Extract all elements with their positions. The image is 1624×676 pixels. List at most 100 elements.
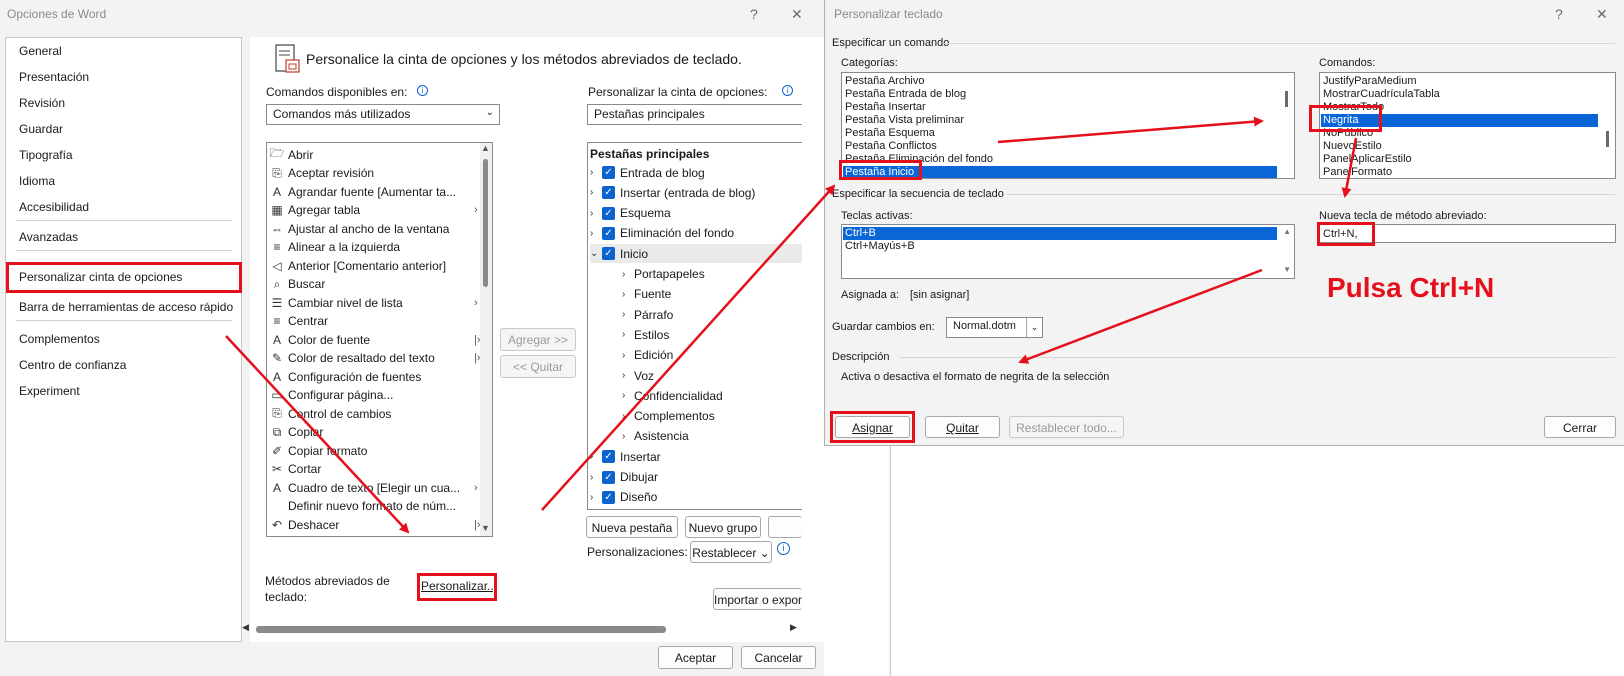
chevron-right-icon[interactable]: › bbox=[622, 370, 634, 381]
list-item[interactable]: MostrarCuadrículaTabla bbox=[1323, 88, 1440, 101]
add-button[interactable]: Agregar >> bbox=[500, 328, 576, 351]
command-list-item[interactable]: Dibujar cuadro de texto vertical bbox=[269, 534, 453, 537]
save-changes-dropdown[interactable]: Normal.dotm ⌄ bbox=[946, 317, 1043, 338]
ribbon-group-item[interactable]: › Párrafo bbox=[622, 305, 673, 324]
scroll-down-icon[interactable]: ▼ bbox=[481, 523, 490, 533]
nav-item-advanced[interactable]: Avanzadas bbox=[19, 230, 78, 244]
chevron-right-icon[interactable]: › bbox=[590, 187, 602, 198]
ok-button[interactable]: Aceptar bbox=[658, 646, 733, 669]
command-list-item[interactable]: A Configuración de fuentes bbox=[269, 367, 421, 386]
checkbox[interactable]: ✓ bbox=[602, 166, 615, 179]
scroll-up-icon[interactable]: ▲ bbox=[1283, 227, 1291, 236]
close-icon[interactable]: ✕ bbox=[1596, 6, 1608, 23]
reset-dropdown-button[interactable]: Restablecer ⌄ bbox=[690, 541, 772, 563]
ribbon-tabs-tree[interactable]: Pestañas principales › ✓ Entrada de blog › ✓… bbox=[587, 142, 802, 510]
scrollbar[interactable]: ▲ ▼ bbox=[480, 143, 492, 536]
ribbon-tab-item[interactable]: › ✓ Entrada de blog bbox=[590, 163, 705, 182]
nav-item-trust-center[interactable]: Centro de confianza bbox=[19, 358, 126, 372]
ribbon-tab-item[interactable]: › ✓ Insertar (entrada de blog) bbox=[590, 183, 755, 202]
command-list-item[interactable]: ⇔ Ajustar al ancho de la ventana bbox=[269, 219, 449, 238]
command-list-item[interactable]: ▦ Agregar tabla › bbox=[269, 201, 477, 220]
checkbox[interactable]: ✓ bbox=[602, 490, 615, 504]
list-item[interactable]: Pestaña Entrada de blog bbox=[845, 88, 966, 101]
nav-item-accessibility[interactable]: Accesibilidad bbox=[19, 200, 89, 214]
command-list-item[interactable]: ▭ Configurar página... bbox=[269, 386, 393, 405]
list-item[interactable]: PanelAplicarEstilo bbox=[1323, 153, 1412, 166]
new-tab-button[interactable]: Nueva pestaña bbox=[586, 516, 678, 538]
list-item[interactable]: JustifyParaMedium bbox=[1323, 75, 1417, 88]
chevron-right-icon[interactable]: › bbox=[590, 228, 602, 239]
chevron-right-icon[interactable]: › bbox=[622, 309, 634, 320]
info-icon[interactable]: i bbox=[417, 85, 428, 96]
command-list-item[interactable]: A Color de fuente |› bbox=[269, 330, 481, 349]
new-group-button[interactable]: Nuevo grupo bbox=[685, 516, 761, 538]
nav-item-experiment[interactable]: Experiment bbox=[19, 384, 80, 398]
ribbon-group-item[interactable]: › Portapapeles bbox=[622, 265, 705, 284]
import-export-button[interactable]: Importar o export bbox=[713, 588, 802, 610]
ribbon-group-item[interactable]: › Edición bbox=[622, 346, 673, 365]
nav-item-customize-ribbon[interactable]: Personalizar cinta de opciones bbox=[19, 270, 182, 284]
list-item[interactable]: Pestaña Archivo bbox=[845, 75, 925, 88]
rename-button[interactable] bbox=[768, 516, 802, 538]
command-list-item[interactable]: ◁ Anterior [Comentario anterior] bbox=[269, 256, 446, 275]
chevron-right-icon[interactable]: › bbox=[590, 492, 602, 503]
nav-item-general[interactable]: General bbox=[19, 44, 62, 58]
nav-item-typography[interactable]: Tipografía bbox=[19, 148, 73, 162]
remove-button[interactable]: << Quitar bbox=[500, 355, 576, 378]
scroll-down-icon[interactable]: ▼ bbox=[1283, 265, 1291, 274]
customize-ribbon-dropdown[interactable]: Pestañas principales bbox=[587, 104, 802, 125]
ribbon-group-item[interactable]: › Complementos bbox=[622, 407, 715, 426]
scrollbar-thumb[interactable] bbox=[1606, 131, 1609, 147]
checkbox[interactable]: ✓ bbox=[602, 450, 615, 464]
scroll-left-icon[interactable]: ◀ bbox=[242, 622, 249, 633]
command-list-item[interactable]: ✎ Color de resaltado del texto |› bbox=[269, 349, 481, 368]
checkbox[interactable]: ✓ bbox=[602, 186, 615, 200]
command-list-item[interactable]: ✂ Cortar bbox=[269, 460, 321, 479]
ribbon-tab-item[interactable]: › ✓ Esquema bbox=[590, 204, 671, 223]
ribbon-tab-item[interactable]: › ✓ Eliminación del fondo bbox=[590, 224, 734, 243]
list-item[interactable]: Ctrl+Mayús+B bbox=[845, 240, 915, 253]
chevron-right-icon[interactable]: › bbox=[590, 167, 602, 178]
nav-item-save[interactable]: Guardar bbox=[19, 122, 63, 136]
current-keys-list[interactable]: Ctrl+B Ctrl+Mayús+B ▲ ▼ bbox=[841, 224, 1295, 279]
checkbox[interactable]: ✓ bbox=[602, 247, 615, 261]
list-item[interactable]: PanelFormato bbox=[1323, 166, 1392, 178]
list-item[interactable]: Pestaña Conflictos bbox=[845, 140, 937, 153]
nav-item-review[interactable]: Revisión bbox=[19, 96, 65, 110]
scrollbar-thumb[interactable] bbox=[483, 159, 488, 287]
chevron-right-icon[interactable]: › bbox=[622, 431, 634, 442]
nav-item-presentation[interactable]: Presentación bbox=[19, 70, 89, 84]
ribbon-group-item[interactable]: › Asistencia bbox=[622, 427, 689, 446]
chevron-right-icon[interactable]: › bbox=[622, 390, 634, 401]
command-list-item[interactable]: A Agrandar fuente [Aumentar ta... bbox=[269, 182, 456, 201]
chevron-right-icon[interactable]: › bbox=[590, 472, 602, 483]
checkbox[interactable]: ✓ bbox=[602, 470, 615, 484]
help-icon[interactable]: ? bbox=[1555, 6, 1563, 22]
close-icon[interactable]: ✕ bbox=[791, 6, 803, 23]
ribbon-tab-item[interactable]: › ✓ Diseño bbox=[590, 488, 657, 507]
ribbon-tab-item[interactable]: › ✓ Dibujar bbox=[590, 468, 658, 487]
scrollbar-thumb[interactable] bbox=[256, 626, 666, 633]
command-list-item[interactable]: ✐ Copiar formato bbox=[269, 441, 367, 460]
list-item[interactable]: NuevoEstilo bbox=[1323, 140, 1382, 153]
chevron-right-icon[interactable]: › bbox=[622, 350, 634, 361]
command-list-item[interactable]: ≡ Centrar bbox=[269, 312, 328, 331]
command-list-item[interactable]: 🗁 Abrir bbox=[269, 145, 314, 164]
list-item[interactable]: Pestaña Insertar bbox=[845, 101, 926, 114]
list-item[interactable]: Pestaña Vista preliminar bbox=[845, 114, 964, 127]
reset-all-button[interactable]: Restablecer todo... bbox=[1009, 416, 1124, 438]
chevron-right-icon[interactable]: › bbox=[622, 329, 634, 340]
cancel-button[interactable]: Cancelar bbox=[741, 646, 816, 669]
scroll-up-icon[interactable]: ▲ bbox=[481, 143, 490, 153]
chevron-right-icon[interactable]: › bbox=[622, 269, 634, 280]
command-list-item[interactable]: A Cuadro de texto [Elegir un cua... › bbox=[269, 478, 478, 497]
command-list-item[interactable]: ⌕ Buscar bbox=[269, 275, 326, 294]
ribbon-tab-item[interactable]: ⌄ ✓ Inicio bbox=[590, 244, 802, 264]
checkbox[interactable]: ✓ bbox=[602, 206, 615, 220]
horizontal-scrollbar[interactable]: ◀ ▶ bbox=[242, 622, 802, 634]
ribbon-tab-item[interactable]: ›✓Disposición bbox=[590, 508, 681, 509]
customize-shortcuts-button[interactable]: Personalizar... bbox=[421, 577, 493, 597]
info-icon[interactable]: i bbox=[777, 542, 790, 555]
scroll-right-icon[interactable]: ▶ bbox=[790, 622, 797, 633]
command-list-item[interactable]: ☰ Cambiar nivel de lista › bbox=[269, 293, 478, 312]
